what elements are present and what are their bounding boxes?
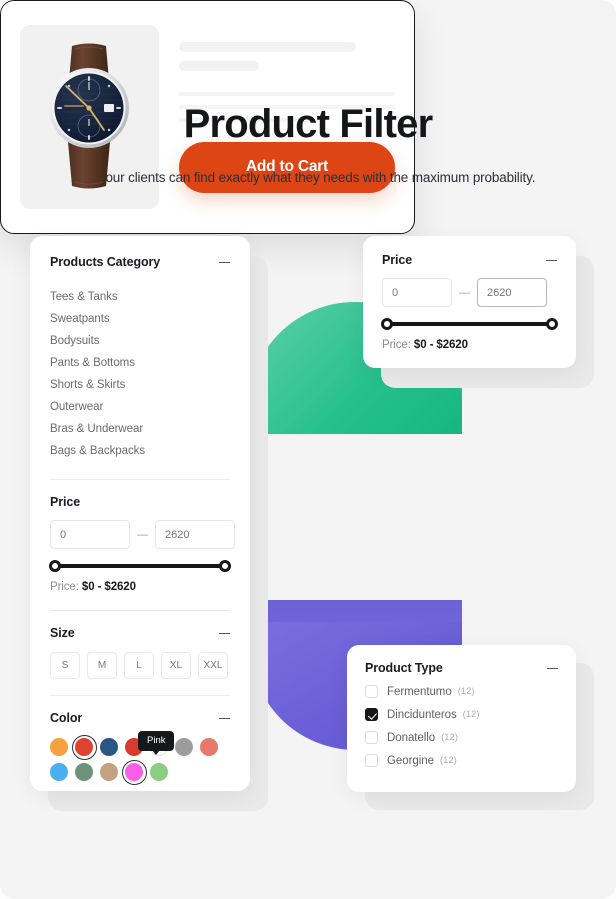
watch-icon bbox=[42, 38, 137, 196]
color-swatch-row: Pink bbox=[50, 731, 230, 760]
size-section-header[interactable]: Size bbox=[50, 626, 230, 640]
price-card-header[interactable]: Price bbox=[382, 253, 557, 267]
price-max-input[interactable] bbox=[155, 520, 235, 549]
divider bbox=[50, 695, 230, 696]
product-type-row[interactable]: Dincidunteros (12) bbox=[365, 708, 558, 721]
product-type-count: (12) bbox=[462, 709, 480, 720]
price-card-label-value: $0 - $2620 bbox=[413, 339, 468, 351]
products-category-header[interactable]: Products Category bbox=[50, 236, 230, 269]
products-category-list: Tees & Tanks Sweatpants Bodysuits Pants … bbox=[50, 286, 230, 462]
price-card-min-input[interactable] bbox=[382, 278, 452, 307]
product-type-label: Georgine bbox=[387, 754, 434, 767]
color-swatch-sage-green[interactable] bbox=[75, 763, 93, 781]
checkbox-checked-icon[interactable] bbox=[365, 708, 378, 721]
price-card-slider[interactable] bbox=[381, 318, 558, 330]
color-swatch-salmon[interactable] bbox=[200, 738, 218, 756]
price-card-max-input[interactable] bbox=[477, 278, 547, 307]
checkbox-icon[interactable] bbox=[365, 731, 378, 744]
size-options: S M L XL XXL bbox=[50, 652, 230, 679]
category-item[interactable]: Shorts & Skirts bbox=[50, 374, 230, 396]
checkbox-icon[interactable] bbox=[365, 685, 378, 698]
range-knob-min[interactable] bbox=[49, 560, 61, 572]
price-range-slider[interactable] bbox=[49, 560, 231, 572]
color-section-header[interactable]: Color bbox=[50, 711, 230, 725]
color-swatch-orange[interactable] bbox=[50, 738, 68, 756]
product-type-count: (12) bbox=[441, 732, 459, 743]
category-item[interactable]: Pants & Bottoms bbox=[50, 352, 230, 374]
minus-icon[interactable] bbox=[547, 663, 558, 674]
price-card-value-label: Price: $0 - $2620 bbox=[382, 339, 557, 351]
category-item[interactable]: Outerwear bbox=[50, 396, 230, 418]
price-value-label: Price: $0 - $2620 bbox=[50, 581, 230, 593]
product-type-label: Donatello bbox=[387, 731, 436, 744]
product-type-title: Product Type bbox=[365, 661, 443, 675]
range-knob-max[interactable] bbox=[546, 318, 558, 330]
color-swatch-red[interactable] bbox=[71, 734, 97, 760]
size-chip[interactable]: XL bbox=[161, 652, 191, 679]
color-swatch-light-green[interactable] bbox=[150, 763, 168, 781]
minus-icon[interactable] bbox=[219, 628, 230, 639]
size-chip[interactable]: L bbox=[124, 652, 154, 679]
minus-icon[interactable] bbox=[219, 713, 230, 724]
price-label-prefix: Price: bbox=[50, 581, 79, 593]
color-swatch-pink[interactable] bbox=[121, 759, 147, 785]
range-knob-max[interactable] bbox=[219, 560, 231, 572]
price-range-inputs: — bbox=[50, 520, 235, 549]
filters-sidebar: Products Category Tees & Tanks Sweatpant… bbox=[30, 236, 250, 791]
product-type-label: Dincidunteros bbox=[387, 708, 457, 721]
color-swatch-sky-blue[interactable] bbox=[50, 763, 68, 781]
price-card-inputs: — bbox=[382, 278, 557, 307]
price-section-header[interactable]: Price bbox=[50, 495, 230, 509]
category-item[interactable]: Bras & Underwear bbox=[50, 418, 230, 440]
divider bbox=[50, 610, 230, 611]
price-card-label-prefix: Price: bbox=[382, 339, 411, 351]
checkbox-icon[interactable] bbox=[365, 754, 378, 767]
product-type-count: (12) bbox=[457, 686, 475, 697]
product-type-row[interactable]: Donatello (12) bbox=[365, 731, 558, 744]
price-card-separator: — bbox=[459, 286, 470, 299]
price-filter-card: Price — Price: $0 - $2620 bbox=[363, 236, 576, 368]
category-item[interactable]: Tees & Tanks bbox=[50, 286, 230, 308]
category-item[interactable]: Sweatpants bbox=[50, 308, 230, 330]
category-item[interactable]: Bags & Backpacks bbox=[50, 440, 230, 462]
price-title: Price bbox=[50, 495, 81, 509]
color-swatch-row bbox=[50, 759, 230, 785]
product-type-header[interactable]: Product Type bbox=[365, 661, 558, 675]
color-swatch-grey[interactable] bbox=[175, 738, 193, 756]
minus-icon[interactable] bbox=[219, 257, 230, 268]
size-chip[interactable]: XXL bbox=[198, 652, 228, 679]
size-chip[interactable]: M bbox=[87, 652, 117, 679]
product-type-row[interactable]: Georgine (12) bbox=[365, 754, 558, 767]
product-type-row[interactable]: Fermentumo (12) bbox=[365, 685, 558, 698]
price-card-title: Price bbox=[382, 253, 413, 267]
color-tooltip: Pink bbox=[138, 731, 175, 755]
color-title: Color bbox=[50, 711, 83, 725]
color-swatch-grid: Pink bbox=[50, 731, 230, 785]
price-label-value: $0 - $2620 bbox=[81, 581, 136, 593]
color-swatch-tan[interactable] bbox=[100, 763, 118, 781]
product-type-card: Product Type Fermentumo (12) Dincidunteros… bbox=[347, 645, 576, 792]
size-title: Size bbox=[50, 626, 75, 640]
price-range-separator: — bbox=[137, 528, 148, 541]
product-type-label: Fermentumo bbox=[387, 685, 452, 698]
color-swatch-navy[interactable] bbox=[100, 738, 118, 756]
product-type-list: Fermentumo (12) Dincidunteros (12) Donatello… bbox=[365, 685, 558, 767]
size-chip[interactable]: S bbox=[50, 652, 80, 679]
products-category-title: Products Category bbox=[50, 255, 161, 269]
product-type-count: (12) bbox=[439, 755, 457, 766]
range-knob-min[interactable] bbox=[381, 318, 393, 330]
minus-icon[interactable] bbox=[546, 255, 557, 266]
price-min-input[interactable] bbox=[50, 520, 130, 549]
divider bbox=[50, 479, 230, 480]
category-item[interactable]: Bodysuits bbox=[50, 330, 230, 352]
product-filter-page: Product Filter All your clients can find… bbox=[0, 0, 616, 899]
